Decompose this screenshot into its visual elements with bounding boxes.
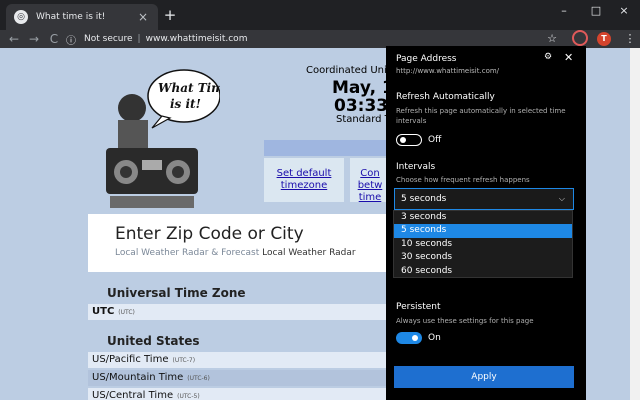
timezone-name: UTC — [92, 306, 115, 317]
zip-title: Enter Zip Code or City — [115, 224, 304, 244]
section-title: United States — [107, 334, 200, 348]
info-icon[interactable]: ⓘ — [66, 32, 80, 47]
refresh-title: Refresh Automatically — [396, 92, 495, 102]
interval-selected: 5 seconds — [401, 194, 447, 204]
timezone-abbr: (UTC-7) — [172, 357, 196, 364]
persistent-toggle[interactable] — [396, 332, 422, 344]
persistent-title: Persistent — [396, 302, 441, 312]
interval-option[interactable]: 3 seconds — [394, 211, 572, 224]
timezone-row[interactable]: US/Pacific Time (UTC-7) — [88, 352, 388, 368]
toggle-knob — [400, 137, 406, 143]
bookmark-star-icon[interactable]: ☆ — [544, 31, 560, 47]
interval-dropdown: 3 seconds 5 seconds 10 seconds 30 second… — [393, 210, 573, 278]
timezone-abbr: (UTC-6) — [187, 375, 210, 382]
gear-icon[interactable]: ⚙ — [544, 52, 552, 62]
timezone-row[interactable]: US/Mountain Time (UTC-6) — [88, 370, 388, 386]
address-bar[interactable]: ⓘ Not secure | www.whattimeisit.com — [66, 31, 570, 47]
convert-time-link[interactable]: Con betw time — [350, 158, 390, 202]
tab-whattimeisit[interactable]: ◎ What time is it! × — [6, 4, 158, 30]
close-icon[interactable]: ✕ — [564, 51, 573, 64]
interval-option[interactable]: 30 seconds — [394, 251, 572, 264]
reload-button[interactable]: C — [46, 31, 62, 47]
security-status: Not secure — [84, 34, 133, 44]
current-time: 03:33 — [334, 96, 389, 116]
timezone-name: US/Mountain Time — [92, 372, 184, 383]
timezone-abbr: (UTC) — [118, 309, 135, 316]
current-date: May, 1 — [332, 78, 394, 98]
set-default-timezone-link[interactable]: Set default timezone — [264, 158, 344, 202]
zip-subtitle: Local Weather Radar & Forecast Local Wea… — [115, 248, 388, 258]
url-text[interactable]: www.whattimeisit.com — [146, 34, 248, 44]
tab-strip: ◎ What time is it! × + – □ × — [0, 0, 640, 30]
menu-icon[interactable]: ⋮ — [622, 31, 638, 47]
page-scrollbar[interactable] — [630, 48, 640, 400]
interval-option[interactable]: 60 seconds — [394, 265, 572, 278]
timezone-row[interactable]: UTC (UTC) — [88, 304, 388, 320]
timezone-abbr: (UTC-5) — [177, 393, 200, 400]
refresh-desc: Refresh this page automatically in selec… — [396, 107, 566, 125]
persistent-desc: Always use these settings for this page — [396, 317, 534, 325]
forward-button[interactable]: → — [26, 31, 42, 47]
refresh-toggle-state: Off — [428, 135, 442, 145]
close-window-button[interactable]: × — [610, 3, 638, 19]
timezone-row[interactable]: US/Central Time (UTC-5) — [88, 388, 388, 400]
tab-title: What time is it! — [36, 12, 106, 22]
tab-close-icon[interactable]: × — [136, 10, 150, 24]
apply-button[interactable]: Apply — [394, 366, 574, 388]
interval-option[interactable]: 5 seconds — [394, 224, 572, 238]
zip-search-card[interactable]: Enter Zip Code or City Local Weather Rad… — [88, 214, 388, 272]
chevron-down-icon: ⌵ — [558, 194, 565, 203]
interval-option[interactable]: 10 seconds — [394, 238, 572, 251]
toggle-knob — [412, 335, 418, 341]
zip-subtitle-bold[interactable]: Local Weather Radar — [262, 248, 355, 258]
timezone-name: US/Pacific Time — [92, 354, 169, 365]
persistent-toggle-state: On — [428, 333, 441, 343]
timezone-strip — [264, 140, 388, 156]
logo-text-1: What Time — [158, 81, 220, 95]
omnibox-separator: | — [137, 34, 141, 44]
mascot-logo: What Time is it! — [106, 69, 220, 208]
zip-subtitle-text: Local Weather Radar & Forecast — [115, 248, 260, 258]
profile-avatar[interactable]: T — [597, 32, 611, 46]
intervals-title: Intervals — [396, 162, 436, 172]
standard-time-label: Standard T — [336, 114, 391, 125]
popup-header: Page Address — [396, 54, 457, 64]
clock-label: Coordinated Uni — [306, 65, 387, 76]
maximize-button[interactable]: □ — [582, 3, 610, 19]
interval-select[interactable]: 5 seconds ⌵ — [394, 188, 574, 210]
globe-icon: ◎ — [14, 10, 28, 24]
logo-text-2: is it! — [170, 97, 201, 111]
page-address: http://www.whattimeisit.com/ — [396, 67, 500, 75]
back-button[interactable]: ← — [6, 31, 22, 47]
section-title: Universal Time Zone — [107, 286, 246, 300]
browser-window: ◎ What time is it! × + – □ × ← → C ⓘ Not… — [0, 0, 640, 400]
intervals-desc: Choose how frequent refresh happens — [396, 176, 530, 184]
auto-refresh-extension-icon[interactable] — [572, 30, 588, 46]
timezone-name: US/Central Time — [92, 390, 174, 400]
minimize-button[interactable]: – — [550, 3, 578, 19]
refresh-toggle[interactable] — [396, 134, 422, 146]
new-tab-button[interactable]: + — [162, 7, 178, 23]
